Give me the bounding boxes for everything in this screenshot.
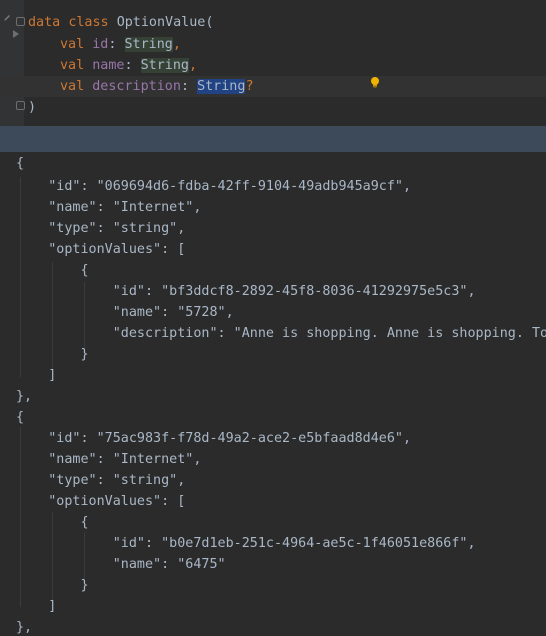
class-name: OptionValue <box>116 15 206 30</box>
json-line: "id": "75ac983f-f78d-49a2-ace2-e5bfaad8d… <box>16 431 412 446</box>
json-line: { <box>16 515 89 530</box>
json-line: ] <box>16 368 57 383</box>
json-line: "id": "b0e7d1eb-251c-4964-ae5c-1f46051e8… <box>16 536 476 551</box>
json-line: "type": "string", <box>16 221 186 236</box>
code-line-2: val id: String, <box>60 37 181 52</box>
code-line-3: val name: String, <box>60 58 198 73</box>
json-line: "optionValues": [ <box>16 242 186 257</box>
json-line: { <box>16 410 25 425</box>
json-line: }, <box>16 620 33 635</box>
lightbulb-icon[interactable] <box>369 76 381 88</box>
json-line: "name": "5728", <box>16 305 234 320</box>
json-line: } <box>16 347 89 362</box>
json-line: "optionValues": [ <box>16 494 186 509</box>
json-line: "name": "Internet", <box>16 452 202 467</box>
property-name: id <box>92 37 109 52</box>
property-name: name <box>92 58 125 73</box>
property-name: description <box>92 79 181 94</box>
code-line-4: val description: String? <box>60 79 254 94</box>
json-line: { <box>16 263 89 278</box>
type-name: String <box>124 37 173 52</box>
json-line: { <box>16 156 25 171</box>
json-line: ] <box>16 599 57 614</box>
code-line-5: ) <box>28 97 36 118</box>
json-line: "id": "069694d6-fdba-42ff-9104-49adb945a… <box>16 179 412 194</box>
code-line-1: data class OptionValue( <box>28 12 213 33</box>
json-line: "description": "Anne is shopping. Anne i… <box>16 326 546 341</box>
keyword: class <box>68 15 109 30</box>
nullable-marker: ? <box>245 79 254 94</box>
panel-divider[interactable] <box>0 126 546 152</box>
json-line: }, <box>16 389 33 404</box>
code-editor-pane[interactable]: data class OptionValue( val id: String, … <box>0 0 546 126</box>
fold-icon[interactable] <box>16 101 25 110</box>
keyword: val <box>60 58 85 73</box>
json-line: "name": "Internet", <box>16 200 202 215</box>
json-line: } <box>16 578 89 593</box>
json-viewer[interactable]: { "id": "069694d6-fdba-42ff-9104-49adb94… <box>0 152 546 636</box>
fold-icon[interactable] <box>16 17 25 26</box>
json-line: "type": "string", <box>16 473 186 488</box>
keyword: data <box>28 15 61 30</box>
run-gutter-icon[interactable] <box>13 30 19 38</box>
json-line: "id": "bf3ddcf8-2892-45f8-8036-41292975e… <box>16 284 476 299</box>
json-line: "name": "6475" <box>16 557 226 572</box>
paren: ( <box>205 15 214 30</box>
type-name-selected: String <box>197 79 246 94</box>
type-name: String <box>140 58 189 73</box>
keyword: val <box>60 79 85 94</box>
keyword: val <box>60 37 85 52</box>
paren: ) <box>28 100 37 115</box>
pencil-icon <box>4 15 10 21</box>
